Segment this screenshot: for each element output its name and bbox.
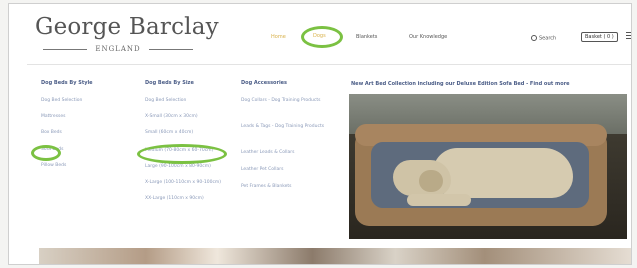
menu-item-accessories[interactable]: Pet Frames & Blankets (241, 184, 292, 189)
menu-item-accessories[interactable]: Leads & Tags - Dog Training Products (241, 124, 324, 129)
brand-subtitle-row: ENGLAND (43, 44, 193, 54)
brand-logo[interactable]: George Barclay (35, 14, 219, 40)
menu-item-style[interactable]: Box Beds (41, 130, 62, 135)
nav-home[interactable]: Home (271, 34, 286, 40)
menu-item-size[interactable]: X-Small (30cm x 30cm) (145, 114, 198, 119)
highlight-annotation-dogs-nav (301, 26, 343, 48)
menu-heading-size: Dog Beds By Size (145, 80, 194, 86)
menu-item-style[interactable]: Dog Bed Selection (41, 98, 82, 103)
menu-item-size[interactable]: XX-Large (110cm x 90cm) (145, 196, 204, 201)
menu-heading-accessories: Dog Accessories (241, 80, 288, 86)
menu-item-style[interactable]: Mattresses (41, 114, 66, 119)
menu-item-accessories[interactable]: Leather Leads & Collars (241, 150, 295, 155)
menu-item-size[interactable]: Dog Bed Selection (145, 98, 186, 103)
nav-blankets[interactable]: Blankets (356, 34, 377, 40)
search-icon (531, 35, 537, 41)
hamburger-menu-icon[interactable] (626, 32, 631, 40)
search-button[interactable]: Search (531, 35, 556, 42)
menu-item-accessories[interactable]: Leather Pet Collars (241, 167, 283, 172)
highlight-annotation-sofa-beds (31, 145, 61, 161)
basket-button[interactable]: Basket ( 0 ) (581, 32, 618, 42)
brand-subtitle: ENGLAND (95, 45, 141, 53)
nav-our-knowledge[interactable]: Our Knowledge (409, 34, 447, 40)
menu-heading-style: Dog Beds By Style (41, 80, 93, 86)
promo-link[interactable]: New Art Bed Collection including our Del… (351, 81, 570, 87)
menu-item-size[interactable]: Large (90-100cm x 80-90cm) (145, 164, 211, 169)
search-label: Search (539, 35, 557, 42)
promo-image-dog-on-bed[interactable] (349, 94, 627, 239)
menu-item-size[interactable]: Small (60cm x 40cm) (145, 130, 193, 135)
menu-item-style[interactable]: Pillow Beds (41, 163, 66, 168)
menu-item-accessories[interactable]: Dog Collars - Dog Training Products (241, 98, 320, 103)
header-divider (27, 64, 631, 65)
highlight-annotation-medium-size (137, 144, 227, 164)
hero-image-strip (39, 248, 631, 264)
logo-rule-right (149, 49, 193, 50)
page-frame: George Barclay ENGLAND Home Dogs Blanket… (8, 3, 632, 265)
menu-item-size[interactable]: X-Large (100-110cm x 90-100cm) (145, 180, 221, 185)
logo-rule-left (43, 49, 87, 50)
